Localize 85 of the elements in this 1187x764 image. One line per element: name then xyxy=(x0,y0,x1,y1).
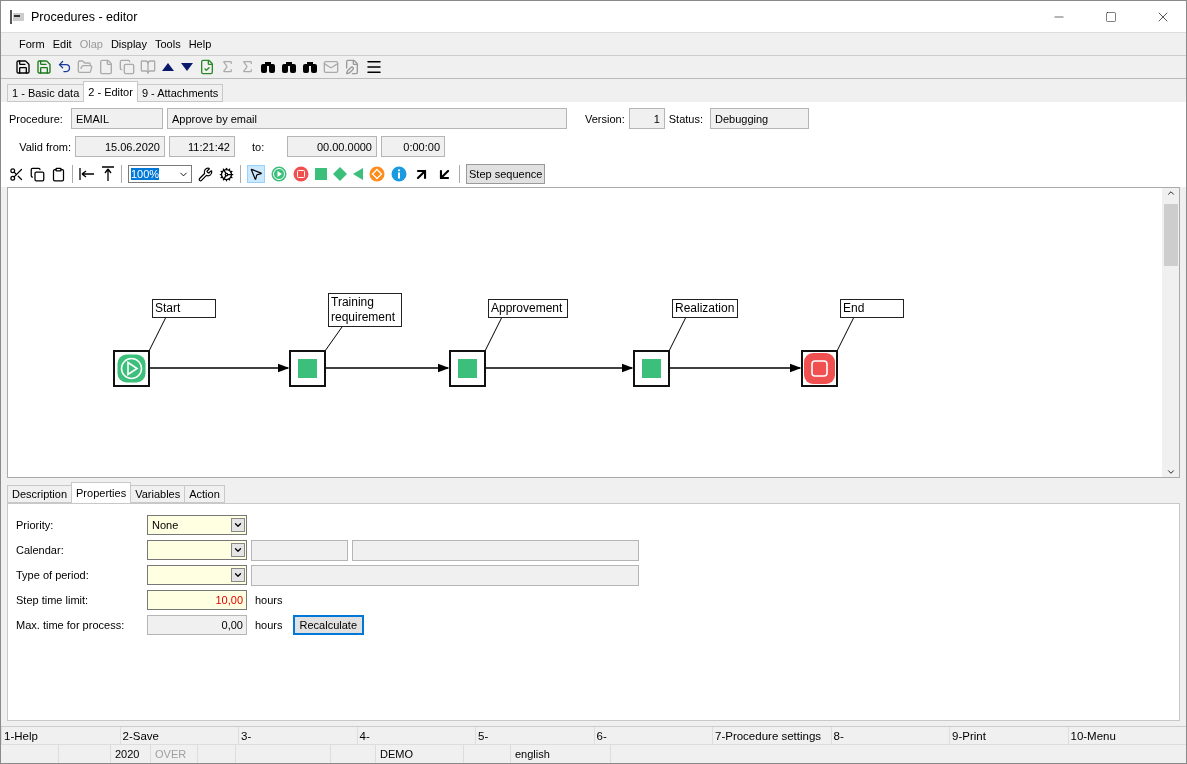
app-icon xyxy=(9,8,25,25)
field-label: Max. time for process: xyxy=(16,619,126,632)
node-label: Training requirement xyxy=(328,292,402,327)
node-label: End xyxy=(840,298,904,318)
maximize-icon[interactable] xyxy=(1105,10,1117,23)
field-label: Calendar: xyxy=(16,544,65,557)
leader-line xyxy=(148,316,167,352)
menu-item[interactable]: Help xyxy=(184,37,216,50)
down-triangle-icon[interactable] xyxy=(180,60,194,73)
menu-item[interactable]: Edit xyxy=(48,37,76,50)
recalculate-button[interactable]: Recalculate xyxy=(292,615,364,636)
status-text: OVER xyxy=(155,748,187,761)
leader-line xyxy=(484,316,503,352)
paste-icon[interactable] xyxy=(51,166,66,182)
field-label: Step time limit: xyxy=(16,594,90,607)
align-top-icon[interactable] xyxy=(101,166,115,182)
tools-icon[interactable] xyxy=(198,166,213,182)
node-label: Start xyxy=(152,298,216,318)
save-icon[interactable] xyxy=(15,58,31,75)
tab[interactable]: 2 - Editor xyxy=(83,81,138,103)
unit-label: hours xyxy=(255,619,283,632)
field-label: Procedure: xyxy=(9,112,64,125)
status-text: 2020 xyxy=(115,748,140,761)
pointer-icon[interactable] xyxy=(247,165,265,183)
start-node-icon xyxy=(117,353,146,383)
name-field: Approve by email xyxy=(167,108,567,130)
field-label: to: xyxy=(251,140,266,153)
field-label: Version: xyxy=(585,112,625,125)
node-label: Realization xyxy=(672,298,738,318)
field-label: Status: xyxy=(668,112,703,125)
date-field: 15.06.2020 xyxy=(75,136,165,158)
tab[interactable]: Variables xyxy=(130,485,186,504)
tab[interactable]: Properties xyxy=(71,482,132,504)
status-text: DEMO xyxy=(380,748,413,761)
step-node-icon xyxy=(642,358,661,378)
step-sequence-button[interactable]: Step sequence xyxy=(466,164,546,184)
tab[interactable]: Description xyxy=(7,485,73,504)
menu-item[interactable]: Display xyxy=(106,37,151,50)
stop-circle-icon[interactable] xyxy=(293,166,309,182)
window-title: Procedures - editor xyxy=(31,9,139,24)
process-node[interactable] xyxy=(633,349,670,387)
leader-line xyxy=(324,326,343,352)
tab[interactable]: 1 - Basic data xyxy=(7,84,85,103)
tab[interactable]: 9 - Attachments xyxy=(136,84,224,103)
menu-item[interactable]: Tools xyxy=(150,37,185,50)
step-node-icon xyxy=(458,358,477,378)
version-field: 1 xyxy=(628,108,665,130)
number-field[interactable]: 10,00 xyxy=(147,590,247,611)
align-left-icon[interactable] xyxy=(79,167,95,181)
field-label: Priority: xyxy=(16,519,55,532)
number-field: 0,00 xyxy=(147,615,247,636)
date-field: 00.00.0000 xyxy=(287,136,377,158)
time-field: 0:00:00 xyxy=(381,136,445,158)
process-node[interactable] xyxy=(449,349,486,387)
zoom-dropdown[interactable]: 100% xyxy=(128,165,192,183)
status-text: english xyxy=(515,748,550,761)
tab[interactable]: Action xyxy=(184,485,225,504)
leader-line xyxy=(836,316,855,352)
document-check-icon[interactable] xyxy=(199,58,215,75)
field-label: Valid from: xyxy=(18,140,71,153)
scrollbar[interactable] xyxy=(1162,187,1179,477)
dropdown-field[interactable] xyxy=(147,540,247,561)
menu-item[interactable]: Form xyxy=(15,37,49,50)
undo-icon[interactable] xyxy=(57,59,72,75)
copy-icon[interactable] xyxy=(30,166,45,182)
process-node[interactable] xyxy=(801,349,838,387)
process-node[interactable] xyxy=(113,349,150,387)
info-icon[interactable] xyxy=(391,166,407,182)
node-label: Approvement xyxy=(488,298,568,318)
leader-line xyxy=(668,316,687,352)
process-node[interactable] xyxy=(289,349,326,387)
dropdown-field[interactable] xyxy=(147,565,247,586)
binoculars-icon[interactable] xyxy=(260,59,276,74)
unit-label: hours xyxy=(255,594,283,607)
binoculars-icon[interactable] xyxy=(281,59,297,74)
status-field: Debugging xyxy=(710,108,809,130)
time-field: 11:21:42 xyxy=(169,136,235,158)
dropdown-field[interactable]: None xyxy=(147,515,247,536)
binoculars-icon[interactable] xyxy=(302,59,318,74)
step-node-icon xyxy=(298,358,317,378)
end-node-icon xyxy=(804,352,835,384)
field-label: Type of period: xyxy=(16,569,90,582)
scrollbar-thumb[interactable] xyxy=(1163,203,1178,266)
cut-icon[interactable] xyxy=(9,166,24,182)
code-field: EMAIL xyxy=(71,108,163,130)
